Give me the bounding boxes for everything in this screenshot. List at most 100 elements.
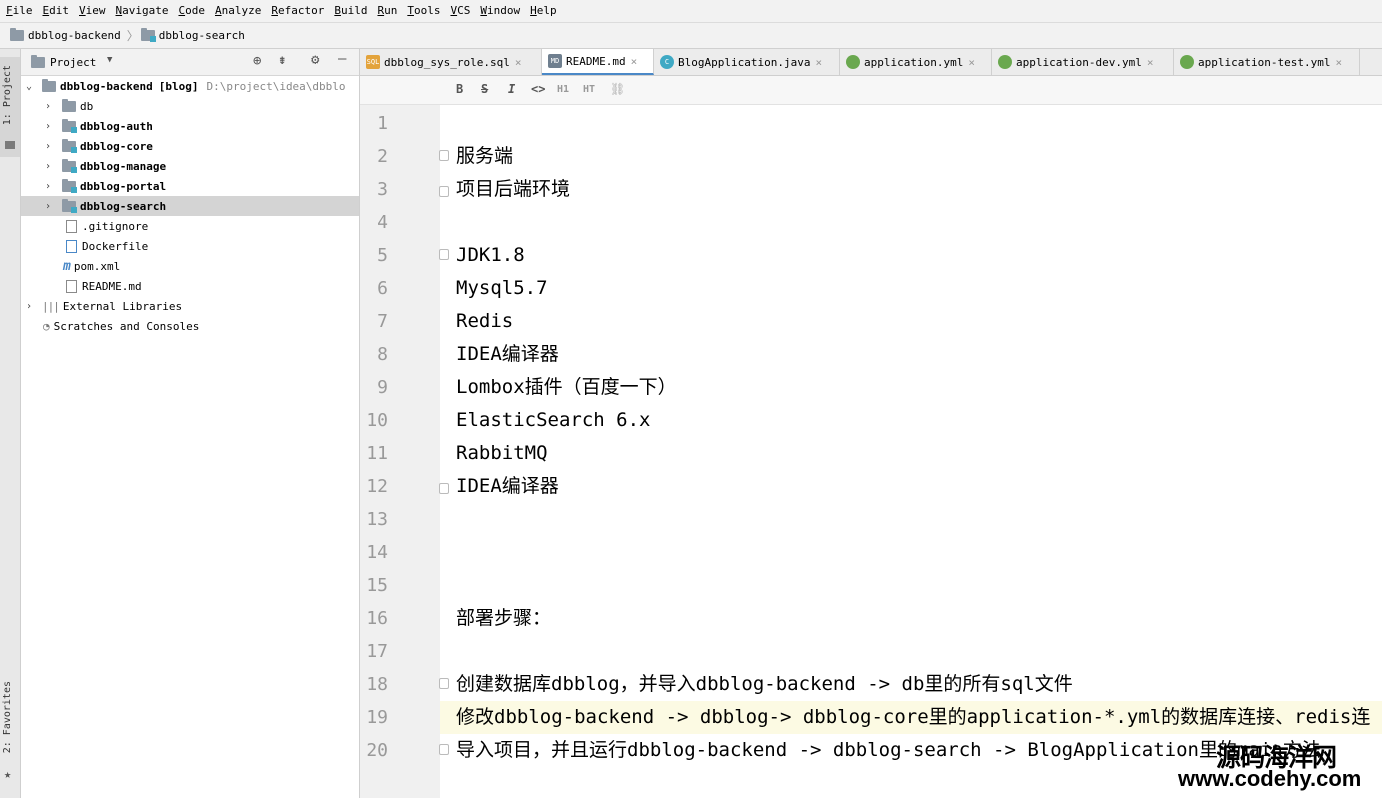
close-icon[interactable]: ×: [1147, 56, 1154, 69]
menu-vcs[interactable]: VCS: [444, 0, 474, 22]
editor-line[interactable]: 导入项目，并且运行dbblog-backend -> dbblog-search…: [456, 734, 1321, 767]
collapse-all-icon[interactable]: ⇟: [278, 52, 286, 68]
tree-item-gitignore[interactable]: .gitignore: [21, 216, 359, 236]
fold-close-icon[interactable]: [439, 186, 449, 197]
project-view-selector[interactable]: Project: [50, 56, 96, 69]
close-icon[interactable]: ×: [968, 56, 975, 69]
close-icon[interactable]: ×: [1335, 56, 1342, 69]
tree-item-dockerfile[interactable]: Dockerfile: [21, 236, 359, 256]
tree-item-label: db: [80, 99, 94, 113]
tree-item-label: Scratches and Consoles: [53, 319, 200, 333]
editor-line[interactable]: IDEA编译器: [456, 470, 559, 503]
tab-application-yml[interactable]: application.yml ×: [840, 49, 992, 75]
menu-file[interactable]: File: [0, 0, 37, 22]
breadcrumb-item[interactable]: dbblog-backend 〉: [0, 27, 139, 44]
menu-navigate[interactable]: Navigate: [110, 0, 173, 22]
tree-item-dbblog-core[interactable]: › dbblog-core: [21, 136, 359, 156]
tree-root[interactable]: ⌄ dbblog-backend [blog] D:\project\idea\…: [21, 76, 359, 96]
close-icon[interactable]: ×: [815, 56, 822, 69]
tab-dbblog-sys-role-sql[interactable]: SQL dbblog_sys_role.sql ×: [360, 49, 542, 75]
text-file-icon: [66, 219, 77, 233]
editor-line[interactable]: Mysql5.7: [456, 272, 548, 305]
menu-analyze[interactable]: Analyze: [209, 0, 265, 22]
menu-edit[interactable]: Edit: [37, 0, 74, 22]
editor-line[interactable]: Lombox插件（百度一下）: [456, 371, 677, 404]
tab-application-test-yml[interactable]: application-test.yml ×: [1174, 49, 1360, 75]
tree-item-external-libraries[interactable]: › ||| External Libraries: [21, 296, 359, 316]
editor-line[interactable]: Redis: [456, 305, 513, 338]
editor-line[interactable]: 修改dbblog-backend -> dbblog-> dbblog-core…: [456, 701, 1370, 734]
editor-line[interactable]: IDEA编译器: [456, 338, 559, 371]
menu-code[interactable]: Code: [172, 0, 209, 22]
close-icon[interactable]: ×: [515, 56, 522, 69]
favorites-tool-tab[interactable]: 2: Favorites ★: [0, 677, 20, 787]
editor-line[interactable]: JDK1.8: [456, 239, 525, 272]
editor-area[interactable]: 服务端 项目后端环境 JDK1.8 Mysql5.7 Redis IDEA编译器 Lombo…: [440, 105, 1382, 798]
tree-item-label: README.md: [82, 279, 142, 293]
tree-item-pom[interactable]: m pom.xml: [21, 256, 359, 276]
code-button[interactable]: <>: [531, 82, 545, 96]
tab-blogapplication-java[interactable]: C BlogApplication.java ×: [654, 49, 840, 75]
chevron-down-icon[interactable]: ▼: [107, 55, 112, 65]
link-icon[interactable]: ⛓: [610, 82, 625, 96]
editor-line[interactable]: RabbitMQ: [456, 437, 548, 470]
tree-item-dbblog-auth[interactable]: › dbblog-auth: [21, 116, 359, 136]
fold-open-icon[interactable]: [439, 150, 449, 161]
chevron-right-icon[interactable]: ›: [43, 101, 53, 112]
menu-run[interactable]: Run: [371, 0, 401, 22]
editor-line[interactable]: 创建数据库dbblog，并导入dbblog-backend -> db里的所有s…: [456, 668, 1073, 701]
fold-close-icon[interactable]: [439, 483, 449, 494]
chevron-right-icon[interactable]: ›: [24, 301, 34, 312]
chevron-right-icon[interactable]: ›: [43, 141, 53, 152]
editor-line[interactable]: 项目后端环境: [456, 173, 570, 206]
tab-readme-md[interactable]: MD README.md ×: [542, 49, 654, 75]
tab-label: dbblog_sys_role.sql: [384, 55, 510, 69]
close-icon[interactable]: ×: [631, 55, 638, 68]
bold-button[interactable]: B: [456, 82, 463, 96]
header-button[interactable]: H1: [557, 84, 569, 95]
tree-item-dbblog-manage[interactable]: › dbblog-manage: [21, 156, 359, 176]
gear-icon[interactable]: ⚙: [311, 52, 319, 68]
italic-button[interactable]: I: [508, 82, 515, 96]
tree-item-label: .gitignore: [82, 219, 149, 233]
tab-label: application-test.yml: [1198, 55, 1331, 69]
fold-open-icon[interactable]: [439, 744, 449, 755]
tree-item-db[interactable]: › db: [21, 96, 359, 116]
table-button[interactable]: HT: [583, 84, 595, 95]
strikethrough-button[interactable]: S: [481, 82, 488, 96]
tab-label: README.md: [566, 54, 626, 68]
minimize-icon[interactable]: —: [338, 51, 346, 67]
tree-item-dbblog-portal[interactable]: › dbblog-portal: [21, 176, 359, 196]
breadcrumb-item[interactable]: dbblog-search: [139, 28, 245, 42]
tab-application-dev-yml[interactable]: application-dev.yml ×: [992, 49, 1174, 75]
chevron-right-icon[interactable]: ›: [43, 121, 53, 132]
menu-help[interactable]: Help: [524, 0, 561, 22]
menu-tools[interactable]: Tools: [401, 0, 444, 22]
chevron-right-icon[interactable]: ›: [43, 201, 53, 212]
locate-icon[interactable]: ⊕: [253, 53, 261, 69]
line-number: 20: [366, 740, 388, 761]
editor-line[interactable]: ElasticSearch 6.x: [456, 404, 650, 437]
chevron-down-icon[interactable]: ⌄: [24, 81, 34, 92]
editor-line[interactable]: 部署步骤：: [456, 602, 551, 635]
fold-open-icon[interactable]: [439, 678, 449, 689]
tree-item-readme[interactable]: README.md: [21, 276, 359, 296]
menu-refactor[interactable]: Refactor: [265, 0, 328, 22]
menu-window[interactable]: Window: [474, 0, 524, 22]
line-number: 5: [377, 245, 388, 266]
project-tool-tab[interactable]: 1: Project: [0, 57, 20, 157]
menu-build[interactable]: Build: [328, 0, 371, 22]
line-number: 15: [366, 575, 388, 596]
editor-line[interactable]: 服务端: [456, 140, 513, 173]
line-number: 18: [366, 674, 388, 695]
chevron-right-icon[interactable]: ›: [43, 181, 53, 192]
line-number: 9: [377, 377, 388, 398]
menu-view[interactable]: View: [73, 0, 110, 22]
line-number: 1: [377, 113, 388, 134]
tree-root-path: D:\project\idea\dbblo: [206, 79, 346, 93]
fold-open-icon[interactable]: [439, 249, 449, 260]
module-folder-icon: [140, 28, 156, 42]
tree-item-dbblog-search[interactable]: › dbblog-search: [21, 196, 359, 216]
chevron-right-icon[interactable]: ›: [43, 161, 53, 172]
tree-item-scratches[interactable]: ◔ Scratches and Consoles: [21, 316, 359, 336]
